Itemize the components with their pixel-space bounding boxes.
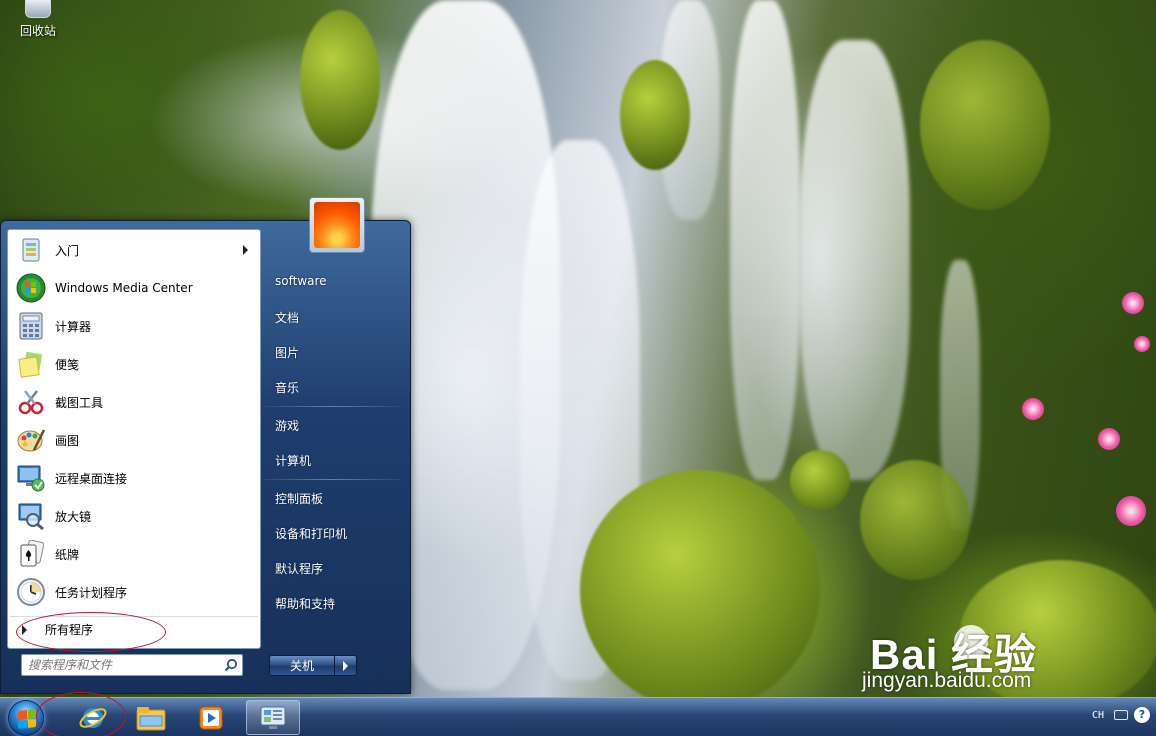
program-label: 入门 xyxy=(55,243,80,258)
remote-desktop-icon xyxy=(15,462,47,494)
recycle-bin-label: 回收站 xyxy=(19,24,56,38)
system-tray: CH ? xyxy=(1090,698,1156,736)
all-programs-button[interactable]: 所有程序 xyxy=(10,616,258,642)
baidu-watermark: Bai 经验 jingyan.baidu.com xyxy=(860,621,1140,692)
right-arrow-icon xyxy=(22,624,27,635)
right-item-music[interactable]: 音乐 xyxy=(275,379,299,396)
getting-started-icon xyxy=(15,234,47,266)
moss-rock xyxy=(860,460,970,580)
start-menu: 入门 Windows Media Center 计算器 便笺 截图工具 画图 远… xyxy=(0,197,411,694)
program-item-paint[interactable]: 画图 xyxy=(10,422,258,458)
paint-icon xyxy=(15,424,47,456)
moss-rock xyxy=(300,10,380,150)
task-scheduler-icon xyxy=(15,576,47,608)
program-item-task-scheduler[interactable]: 任务计划程序 xyxy=(10,574,258,610)
program-label: 远程桌面连接 xyxy=(55,471,128,486)
taskbar-file-explorer[interactable] xyxy=(124,700,178,735)
moss-rock xyxy=(920,40,1050,210)
program-item-solitaire[interactable]: 纸牌 xyxy=(10,536,258,572)
right-item-pictures[interactable]: 图片 xyxy=(275,344,299,361)
flower xyxy=(1022,398,1044,420)
flower xyxy=(1122,292,1144,314)
program-item-calculator[interactable]: 计算器 xyxy=(10,308,258,344)
flower xyxy=(1116,496,1146,526)
right-item-games[interactable]: 游戏 xyxy=(275,417,299,434)
start-button[interactable] xyxy=(8,700,44,736)
file-explorer-icon xyxy=(136,706,166,730)
right-item-user-folder[interactable]: software xyxy=(275,274,327,288)
menu-separator xyxy=(263,479,401,480)
menu-separator xyxy=(263,406,401,407)
language-indicator[interactable]: CH xyxy=(1092,710,1104,721)
taskbar: CH ? xyxy=(0,697,1156,736)
moss-rock xyxy=(580,470,820,697)
search-icon xyxy=(224,658,238,672)
program-label: 计算器 xyxy=(55,319,92,334)
flower xyxy=(1098,428,1120,450)
help-icon[interactable]: ? xyxy=(1134,707,1150,723)
program-list-pane: 入门 Windows Media Center 计算器 便笺 截图工具 画图 远… xyxy=(7,229,261,652)
sticky-notes-icon xyxy=(15,348,47,380)
internet-explorer-icon xyxy=(79,707,107,728)
right-item-computer[interactable]: 计算机 xyxy=(275,452,311,469)
moss-rock xyxy=(620,60,690,170)
program-label: 放大镜 xyxy=(55,509,92,524)
windows-logo-icon xyxy=(18,709,36,729)
user-avatar[interactable] xyxy=(309,197,365,253)
taskbar-internet-explorer[interactable] xyxy=(66,700,120,735)
search-box[interactable] xyxy=(21,654,243,676)
right-item-documents[interactable]: 文档 xyxy=(275,309,299,326)
moss-rock xyxy=(790,450,850,510)
media-player-icon xyxy=(199,706,223,729)
watermark-url: jingyan.baidu.com xyxy=(862,669,1032,692)
waterfall-stream xyxy=(730,0,800,480)
snipping-tool-icon xyxy=(15,386,47,418)
submenu-arrow-icon xyxy=(243,245,248,255)
program-label: 截图工具 xyxy=(55,395,104,410)
program-label: 任务计划程序 xyxy=(55,585,128,600)
control-panel-icon xyxy=(260,706,286,729)
solitaire-icon xyxy=(15,538,47,570)
program-item-windows-media-center[interactable]: Windows Media Center xyxy=(10,270,258,306)
media-center-icon xyxy=(15,272,47,304)
program-item-sticky-notes[interactable]: 便笺 xyxy=(10,346,258,382)
keyboard-icon[interactable] xyxy=(1114,710,1128,720)
program-label: 便笺 xyxy=(55,357,80,372)
flower-avatar-image xyxy=(314,202,360,248)
all-programs-label: 所有程序 xyxy=(45,623,94,637)
search-input[interactable] xyxy=(28,657,218,673)
program-item-getting-started[interactable]: 入门 xyxy=(10,232,258,268)
recycle-bin-shortcut[interactable]: 回收站 xyxy=(14,0,62,39)
shutdown-options-button[interactable] xyxy=(335,655,357,676)
program-item-snipping-tool[interactable]: 截图工具 xyxy=(10,384,258,420)
taskbar-media-player[interactable] xyxy=(184,700,238,735)
flower xyxy=(1134,336,1150,352)
right-item-default-programs[interactable]: 默认程序 xyxy=(275,560,323,577)
waterfall-stream xyxy=(800,40,910,480)
program-item-remote-desktop[interactable]: 远程桌面连接 xyxy=(10,460,258,496)
recycle-bin-icon xyxy=(25,0,51,18)
right-item-help-support[interactable]: 帮助和支持 xyxy=(275,595,335,612)
magnifier-icon xyxy=(15,500,47,532)
right-item-devices-printers[interactable]: 设备和打印机 xyxy=(275,525,347,542)
calculator-icon xyxy=(15,310,47,342)
taskbar-control-panel[interactable] xyxy=(246,700,300,735)
program-label: 纸牌 xyxy=(55,547,80,562)
program-item-magnifier[interactable]: 放大镜 xyxy=(10,498,258,534)
shutdown-button[interactable]: 关机 xyxy=(269,655,335,676)
program-label: 画图 xyxy=(55,433,80,448)
program-label: Windows Media Center xyxy=(55,281,193,295)
right-item-control-panel[interactable]: 控制面板 xyxy=(275,490,323,507)
